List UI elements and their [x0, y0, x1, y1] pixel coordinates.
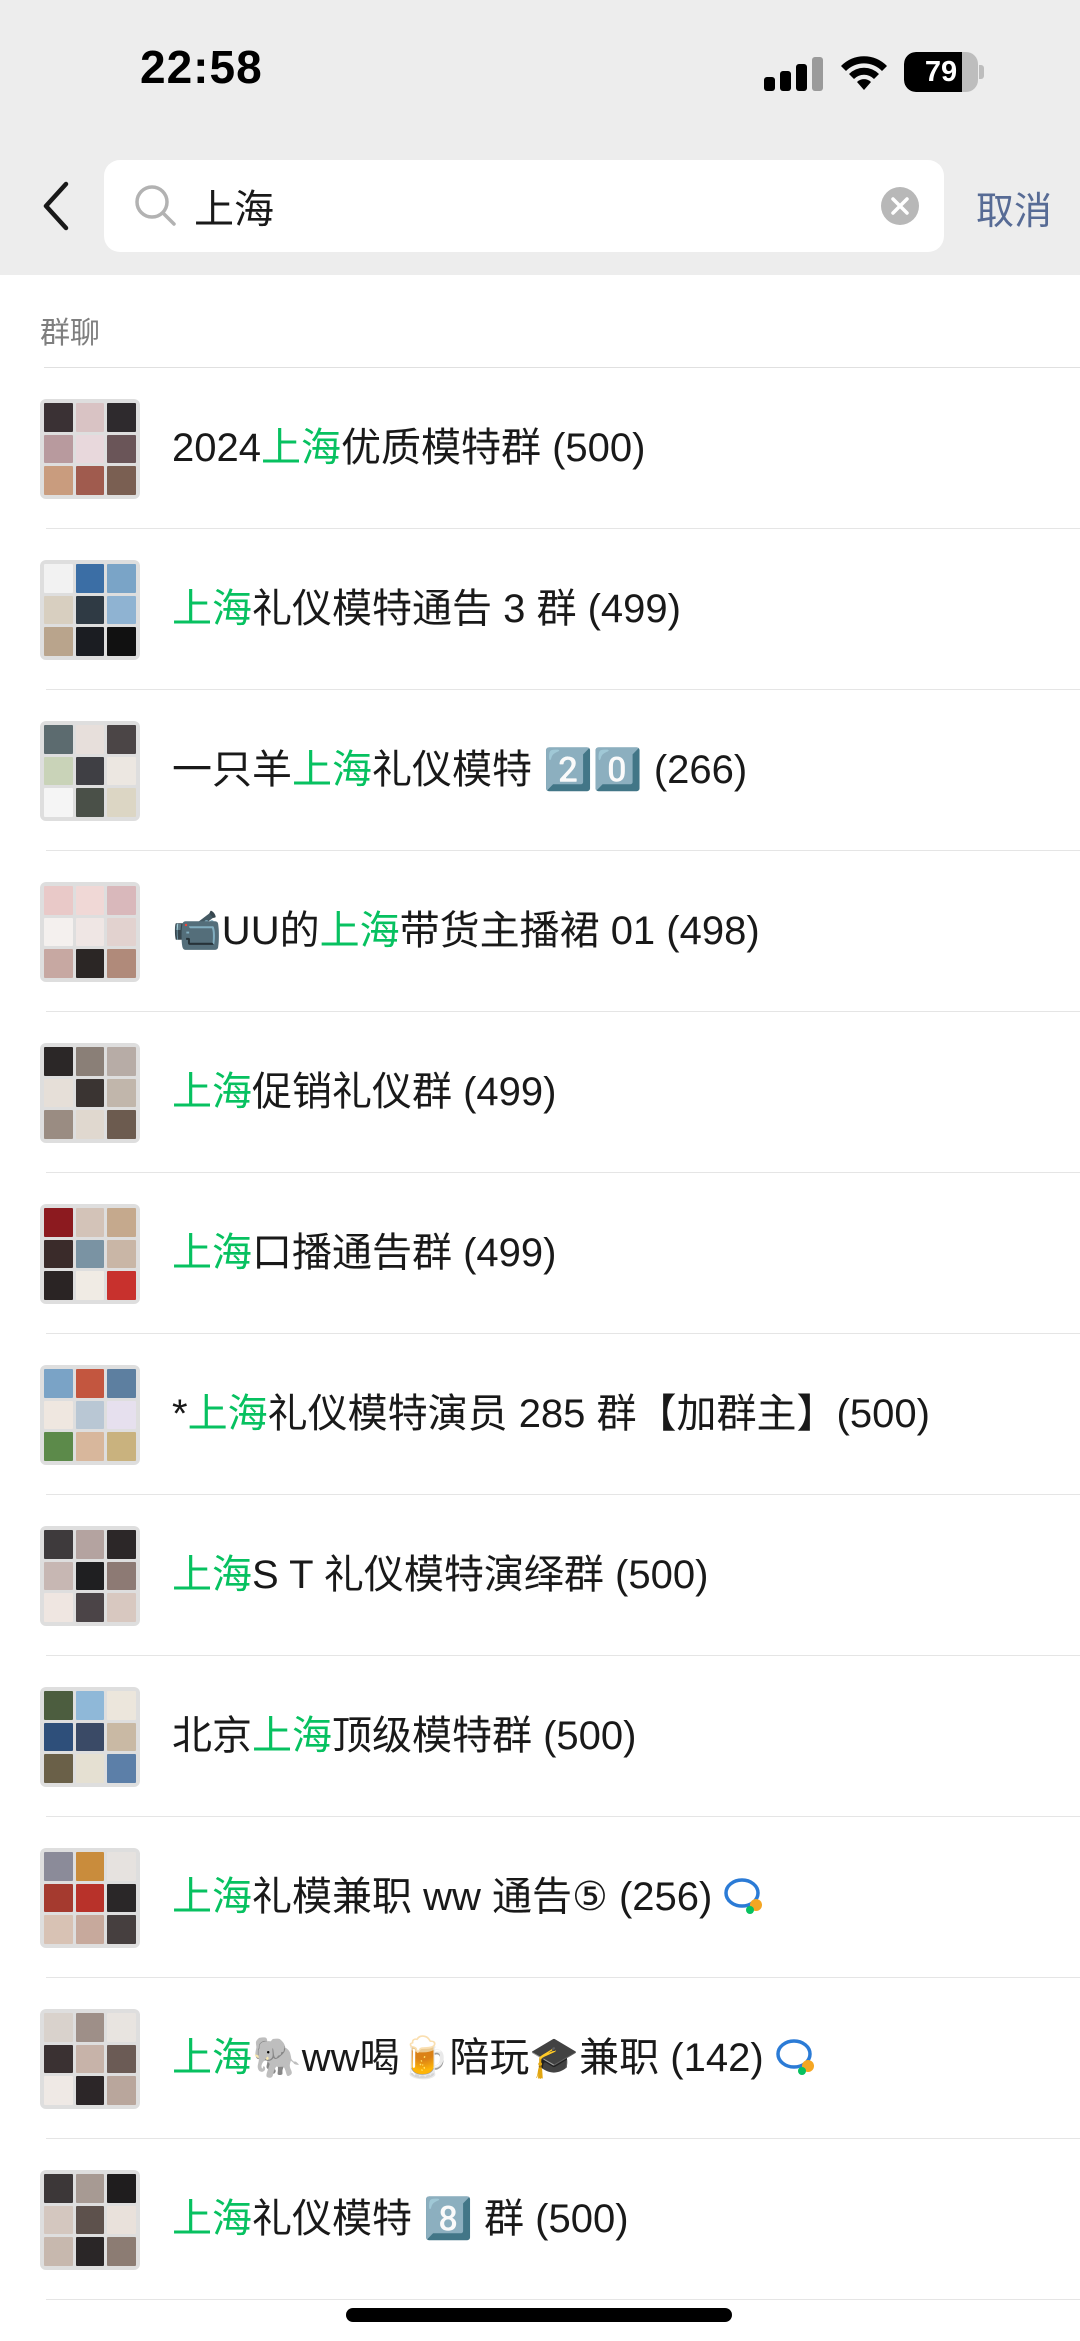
search-match-highlight: 上海 — [260, 426, 341, 470]
group-name-prefix: 一只羊 — [172, 748, 292, 792]
search-match-highlight: 上海 — [319, 909, 400, 953]
group-avatar — [40, 2009, 140, 2109]
search-match-highlight: 上海 — [172, 1231, 252, 1275]
search-match-highlight: 上海 — [172, 2036, 252, 2080]
group-name: 上海S T 礼仪模特演绎群 (500) — [172, 1495, 708, 1656]
status-time: 22:58 — [140, 41, 263, 93]
search-match-highlight: 上海 — [172, 587, 252, 631]
group-chat-row[interactable]: 上海S T 礼仪模特演绎群 (500) — [0, 1495, 1080, 1656]
group-name-suffix: 礼模兼职 ww 通告⑤ (256) — [252, 1875, 713, 1919]
cellular-signal-icon — [764, 57, 823, 91]
search-match-highlight: 上海 — [292, 748, 372, 792]
group-name: 📹UU的上海带货主播裙 01 (498) — [172, 851, 760, 1012]
group-name: 上海促销礼仪群 (499) — [172, 1012, 557, 1173]
enterprise-chat-icon — [724, 1878, 763, 1914]
clear-search-icon[interactable] — [880, 186, 920, 226]
group-name: 上海🐘ww喝🍺陪玩🎓兼职 (142) — [172, 1978, 820, 2139]
group-chat-row[interactable]: 上海礼仪模特通告 3 群 (499) — [0, 529, 1080, 690]
group-avatar — [40, 2170, 140, 2270]
group-chat-row[interactable]: 上海礼仪模特 8️⃣ 群 (500) — [0, 2139, 1080, 2300]
group-name-suffix: 口播通告群 (499) — [252, 1231, 557, 1275]
group-chat-row[interactable]: 上海促销礼仪群 (499) — [0, 1012, 1080, 1173]
group-avatar — [40, 1526, 140, 1626]
search-bar[interactable] — [104, 160, 944, 252]
search-match-highlight: 上海 — [172, 2197, 252, 2241]
group-chat-row[interactable]: 上海🐘ww喝🍺陪玩🎓兼职 (142) — [0, 1978, 1080, 2139]
group-avatar — [40, 1365, 140, 1465]
search-match-highlight: 上海 — [172, 1875, 252, 1919]
search-icon — [135, 185, 176, 226]
group-avatar — [40, 1204, 140, 1304]
group-chat-row[interactable]: 📹UU的上海带货主播裙 01 (498) — [0, 851, 1080, 1012]
group-name-suffix: 礼仪模特演员 285 群【加群主】(500) — [267, 1392, 930, 1436]
group-name-suffix: 🐘ww喝🍺陪玩🎓兼职 (142) — [252, 2036, 764, 2080]
enterprise-chat-icon — [775, 2039, 814, 2075]
group-name: 2024上海优质模特群 (500) — [172, 368, 645, 529]
home-indicator[interactable] — [346, 2308, 732, 2322]
battery-percent: 79 — [924, 56, 958, 88]
group-avatar — [40, 721, 140, 821]
group-chat-row[interactable]: 北京上海顶级模特群 (500) — [0, 1656, 1080, 1817]
search-input[interactable] — [194, 160, 834, 252]
group-name: 上海礼模兼职 ww 通告⑤ (256) — [172, 1817, 768, 1978]
group-chat-row[interactable]: 2024上海优质模特群 (500) — [0, 368, 1080, 529]
group-name-suffix: 顶级模特群 (500) — [332, 1714, 637, 1758]
section-title-group-chats: 群聊 — [40, 317, 100, 350]
group-chat-row[interactable]: 上海口播通告群 (499) — [0, 1173, 1080, 1334]
group-chat-row[interactable]: *上海礼仪模特演员 285 群【加群主】(500) — [0, 1334, 1080, 1495]
search-match-highlight: 上海 — [172, 1070, 252, 1114]
group-name: *上海礼仪模特演员 285 群【加群主】(500) — [172, 1334, 930, 1495]
group-avatar — [40, 1687, 140, 1787]
group-name-prefix: * — [172, 1392, 188, 1436]
group-name-prefix: 📹UU的 — [172, 909, 320, 953]
row-divider — [46, 2299, 1080, 2300]
group-avatar — [40, 399, 140, 499]
group-name-suffix: 优质模特群 (500) — [340, 426, 646, 470]
group-name-suffix: S T 礼仪模特演绎群 (500) — [252, 1553, 709, 1597]
search-match-highlight: 上海 — [252, 1714, 332, 1758]
search-match-highlight: 上海 — [172, 1553, 252, 1597]
wifi-icon — [841, 56, 887, 90]
group-name: 上海口播通告群 (499) — [172, 1173, 557, 1334]
group-name: 一只羊上海礼仪模特 2️⃣0️⃣ (266) — [172, 690, 747, 851]
group-avatar — [40, 560, 140, 660]
battery-icon: 79 — [904, 52, 984, 92]
group-name-suffix: 礼仪模特 8️⃣ 群 (500) — [252, 2197, 629, 2241]
group-name: 北京上海顶级模特群 (500) — [172, 1656, 637, 1817]
group-name-suffix: 礼仪模特通告 3 群 (499) — [252, 587, 681, 631]
group-name-suffix: 带货主播裙 01 (498) — [399, 909, 760, 953]
group-name-prefix: 2024 — [172, 426, 261, 470]
group-name-suffix: 礼仪模特 2️⃣0️⃣ (266) — [372, 748, 748, 792]
group-name-prefix: 北京 — [172, 1714, 252, 1758]
group-avatar — [40, 1043, 140, 1143]
group-name-suffix: 促销礼仪群 (499) — [252, 1070, 557, 1114]
group-chat-row[interactable]: 一只羊上海礼仪模特 2️⃣0️⃣ (266) — [0, 690, 1080, 851]
group-name: 上海礼仪模特 8️⃣ 群 (500) — [172, 2139, 629, 2300]
back-arrow-icon[interactable] — [38, 178, 78, 234]
group-chat-row[interactable]: 上海礼模兼职 ww 通告⑤ (256) — [0, 1817, 1080, 1978]
search-match-highlight: 上海 — [187, 1392, 268, 1436]
group-name: 上海礼仪模特通告 3 群 (499) — [172, 529, 681, 690]
group-avatar — [40, 1848, 140, 1948]
cancel-button[interactable]: 取消 — [976, 180, 1052, 235]
group-avatar — [40, 882, 140, 982]
group-chat-results-list: 2024上海优质模特群 (500) 上海礼仪模特通告 3 群 (499) 一只羊上海… — [0, 368, 1080, 2300]
